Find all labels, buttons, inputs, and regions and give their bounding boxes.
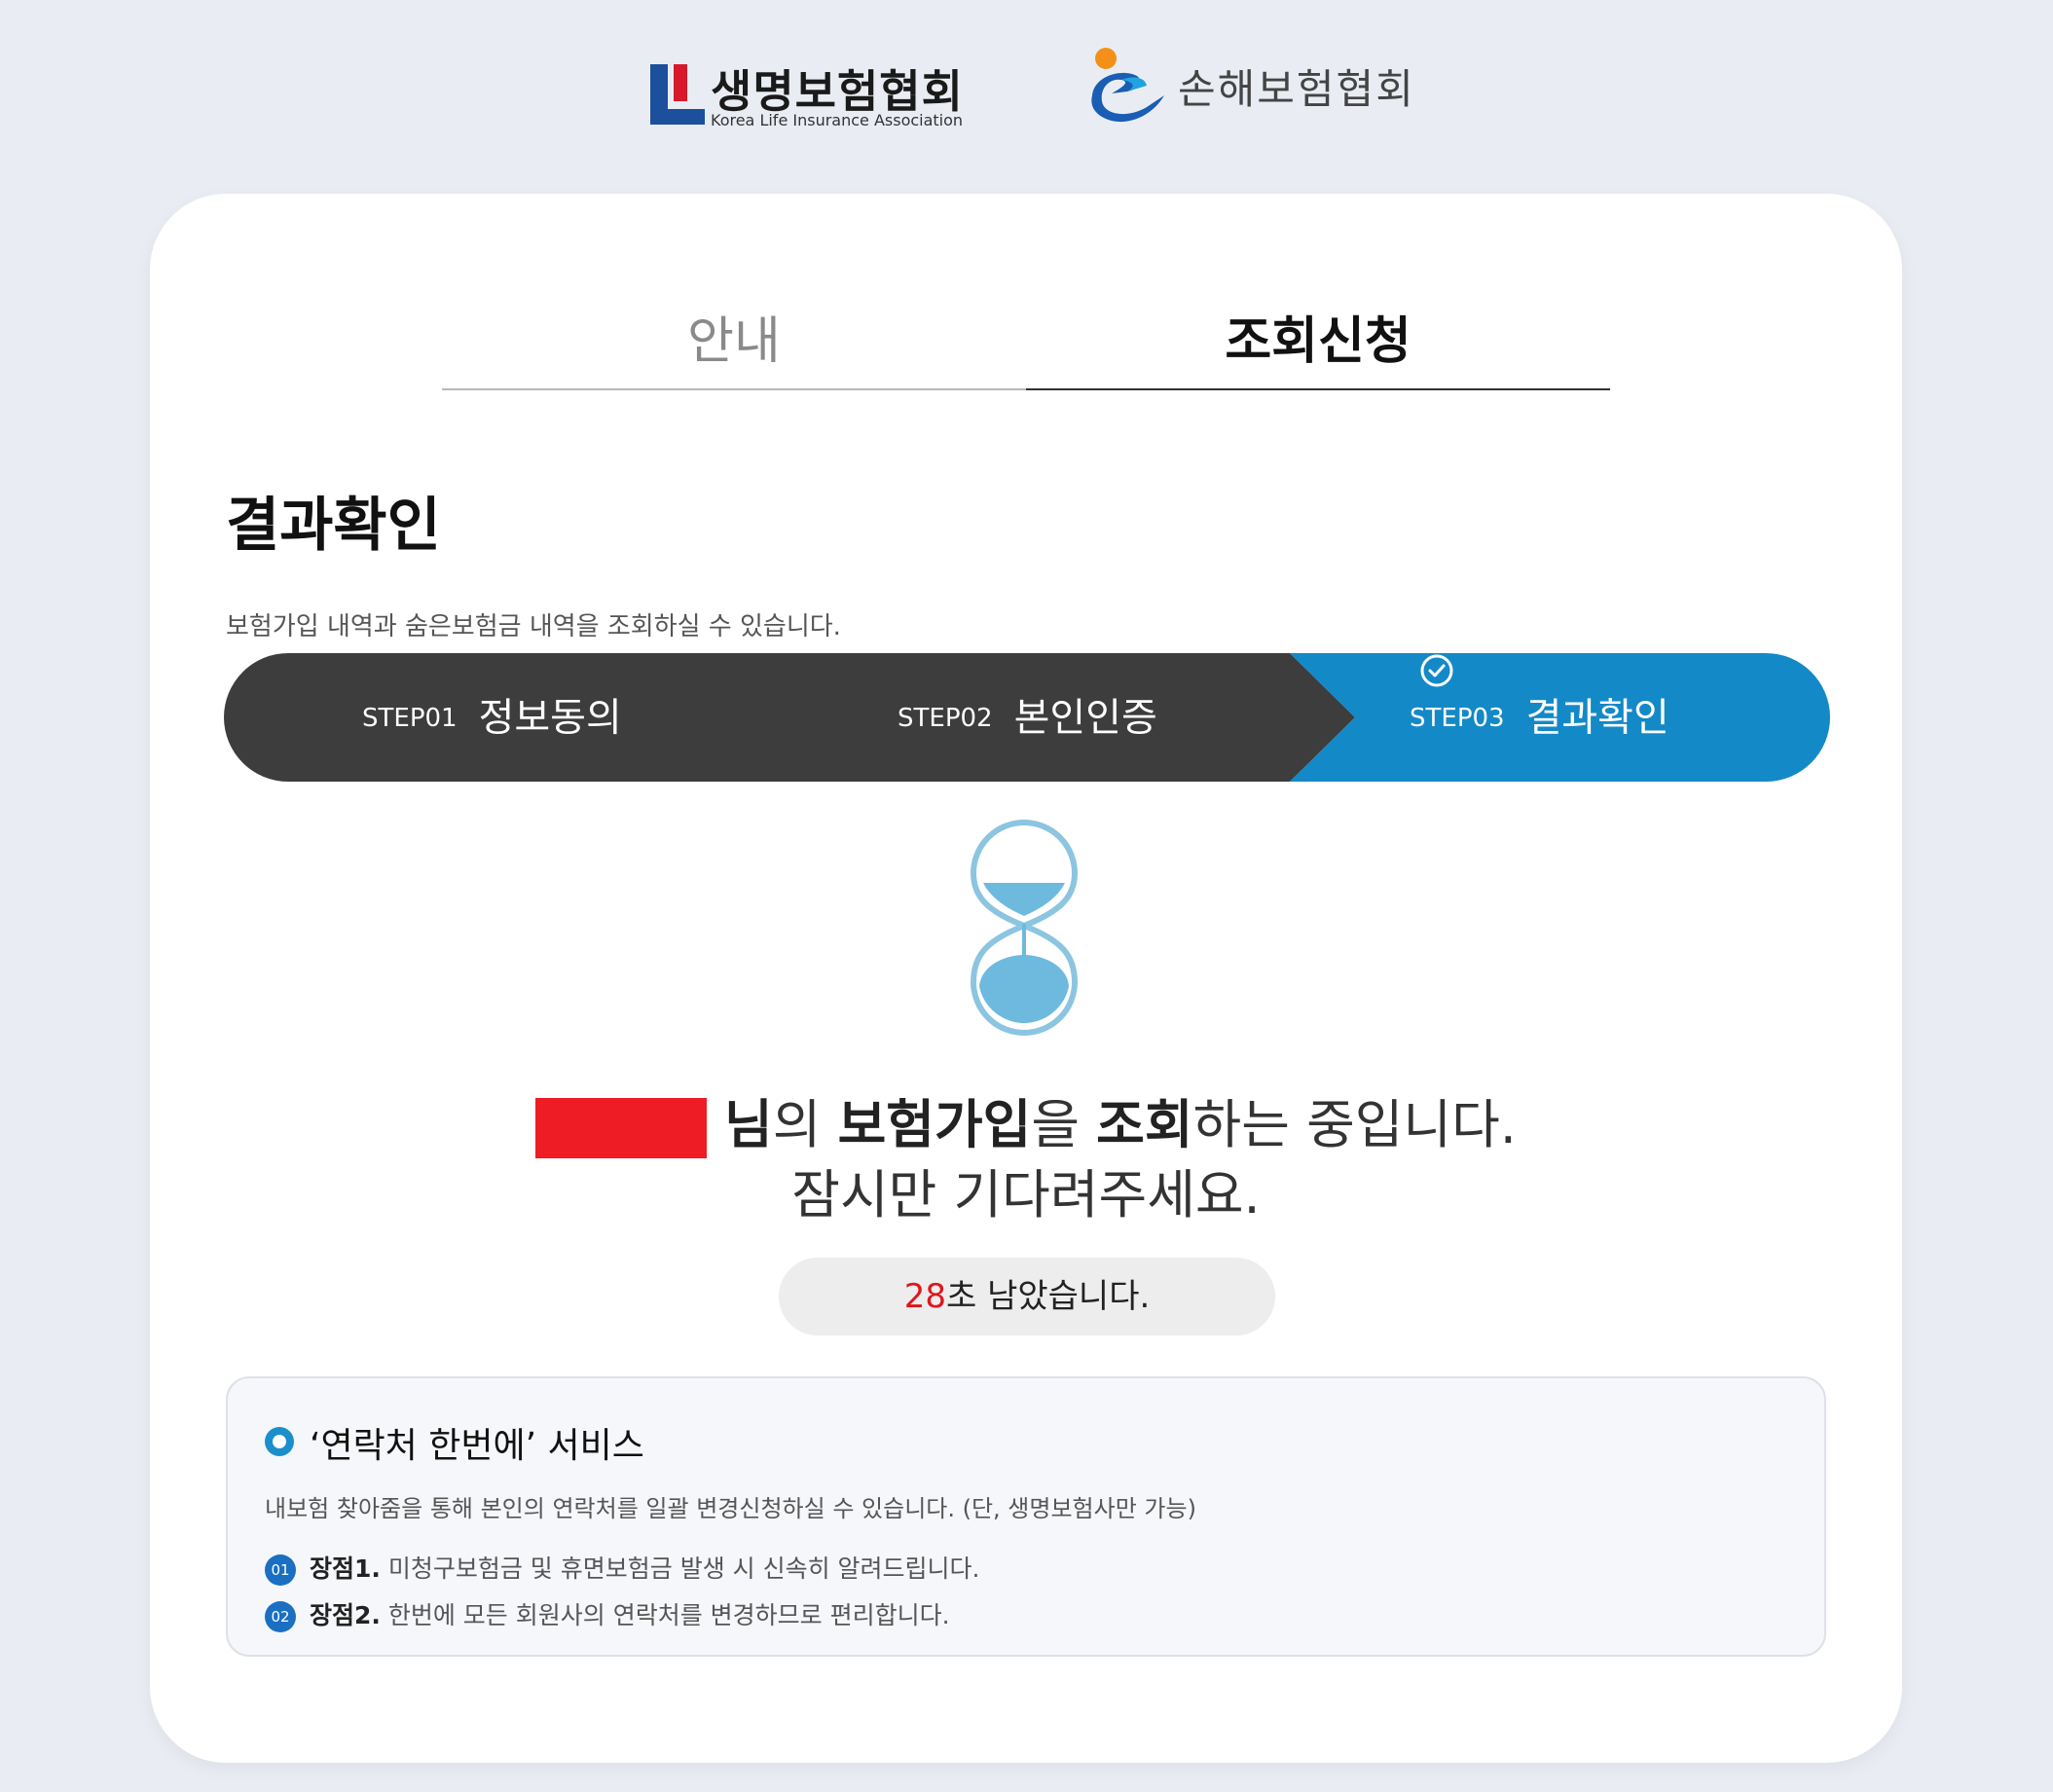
tab-bar: 안내 조회신청 bbox=[442, 295, 1610, 390]
loading-part-end: 하는 중입니다. bbox=[1192, 1094, 1517, 1155]
step-3-number: STEP03 bbox=[1410, 703, 1505, 733]
page-title: 결과확인 bbox=[226, 492, 441, 560]
benefit-number-1: 01 bbox=[265, 1554, 296, 1586]
check-circle-icon bbox=[1420, 654, 1453, 687]
step-2-label: 본인인증 bbox=[1013, 695, 1157, 741]
step-1-number: STEP01 bbox=[362, 703, 458, 733]
step-3-label: 결과확인 bbox=[1525, 695, 1669, 741]
loading-message-line1: 님의 보험가입을 조회하는 중입니다. bbox=[150, 1081, 1902, 1159]
page-description: 보험가입 내역과 숨은보험금 내역을 조회하실 수 있습니다. bbox=[226, 612, 841, 641]
bullet-ring-icon bbox=[265, 1427, 294, 1456]
service-title: ‘연락처 한번에’ 서비스 bbox=[310, 1426, 644, 1466]
general-insurance-association-logo[interactable]: 손해보험협회 bbox=[1082, 47, 1413, 134]
step-3: STEP03 결과확인 bbox=[1410, 653, 1669, 782]
step-2-number: STEP02 bbox=[898, 703, 993, 733]
benefit-text-1: 미청구보험금 및 휴면보험금 발생 시 신속히 알려드립니다. bbox=[380, 1554, 980, 1583]
countdown-timer: 28초 남았습니다. bbox=[779, 1258, 1275, 1335]
redacted-user-name bbox=[535, 1098, 708, 1159]
countdown-seconds: 28 bbox=[903, 1277, 946, 1316]
step-progress-bar: STEP01 정보동의 STEP02 본인인증 STEP03 결과확인 bbox=[224, 653, 1830, 782]
loading-message-line2: 잠시만 기다려주세요. bbox=[791, 1164, 1261, 1225]
benefit-number-2: 02 bbox=[265, 1601, 296, 1632]
benefit-text-2: 한번에 모든 회원사의 연락처를 변경하므로 편리합니다. bbox=[380, 1601, 950, 1629]
step-1-label: 정보동의 bbox=[478, 695, 622, 741]
benefit-item-1: 01 장점1. 미청구보험금 및 휴면보험금 발생 시 신속히 알려드립니다. bbox=[265, 1550, 979, 1586]
step-1: STEP01 정보동의 bbox=[362, 653, 622, 782]
loading-nim: 님 bbox=[724, 1094, 773, 1155]
loading-bold-insurance: 보험가입 bbox=[837, 1094, 1032, 1155]
general-association-name: 손해보험협회 bbox=[1178, 65, 1415, 113]
header-logos: 생명보험협회 Korea Life Insurance Association … bbox=[0, 47, 2053, 134]
life-insurance-association-logo[interactable]: 생명보험협회 Korea Life Insurance Association bbox=[650, 56, 964, 136]
loading-bold-inquiry: 조회 bbox=[1096, 1094, 1193, 1155]
contact-service-info-box: ‘연락처 한번에’ 서비스 내보험 찾아줌을 통해 본인의 연락처를 일괄 변경… bbox=[226, 1376, 1826, 1657]
countdown-text: 초 남았습니다. bbox=[945, 1277, 1151, 1316]
loading-part-ui: 의 bbox=[772, 1094, 838, 1155]
tab-guide[interactable]: 안내 bbox=[442, 295, 1026, 390]
benefit-lead-2: 장점2. bbox=[310, 1601, 381, 1629]
life-association-mark-icon bbox=[650, 64, 705, 125]
benefit-item-2: 02 장점2. 한번에 모든 회원사의 연락처를 변경하므로 편리합니다. bbox=[265, 1596, 950, 1632]
hourglass-icon bbox=[970, 820, 1079, 1036]
step-2: STEP02 본인인증 bbox=[898, 653, 1157, 782]
service-description: 내보험 찾아줌을 통해 본인의 연락처를 일괄 변경신청하실 수 있습니다. (… bbox=[265, 1495, 1196, 1522]
main-card: 안내 조회신청 결과확인 보험가입 내역과 숨은보험금 내역을 조회하실 수 있… bbox=[150, 194, 1902, 1763]
life-association-english-name: Korea Life Insurance Association bbox=[711, 111, 964, 129]
general-association-mark-icon bbox=[1091, 48, 1164, 123]
tab-inquiry-request[interactable]: 조회신청 bbox=[1026, 295, 1610, 390]
loading-part-eul: 을 bbox=[1031, 1094, 1097, 1155]
benefit-lead-1: 장점1. bbox=[310, 1554, 381, 1583]
